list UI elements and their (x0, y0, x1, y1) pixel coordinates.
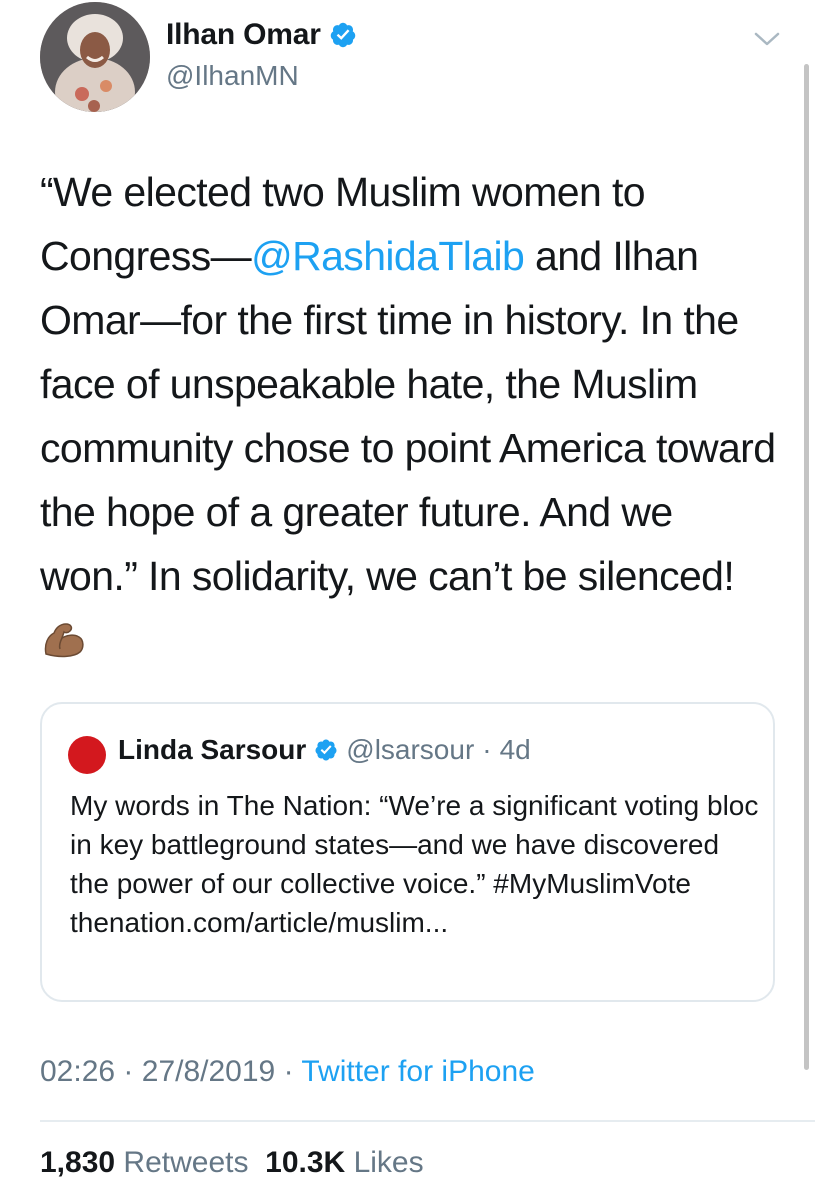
meta-separator: · (123, 1055, 134, 1088)
quoted-tweet-header: Linda Sarsour @lsarsour · 4d (118, 734, 531, 766)
flexed-biceps-icon (44, 623, 84, 658)
retweets-count: 1,830 (40, 1146, 116, 1179)
quoted-tweet-age: 4d (499, 734, 531, 765)
tweet-time: 02:26 (40, 1055, 116, 1088)
quoted-author-name[interactable]: Linda Sarsour (118, 734, 306, 766)
quoted-tweet-card[interactable]: Linda Sarsour @lsarsour · 4d My words in… (40, 702, 775, 1002)
likes-label: Likes (353, 1146, 424, 1179)
verified-badge-icon (330, 22, 355, 48)
meta-separator: · (283, 1055, 294, 1088)
tweet-source-link[interactable]: Twitter for iPhone (301, 1055, 534, 1088)
tweet-meta: 02:26 · 27/8/2019 · Twitter for iPhone (40, 1055, 535, 1089)
tweet-date: 27/8/2019 (141, 1055, 276, 1088)
likes-count: 10.3K (265, 1146, 346, 1179)
author-avatar[interactable] (40, 2, 150, 112)
verified-badge-icon (315, 739, 337, 761)
retweets-label: Retweets (123, 1146, 249, 1179)
author-handle[interactable]: @IlhanMN (166, 60, 299, 92)
quoted-author-handle[interactable]: @lsarsour (346, 734, 474, 766)
quoted-author-avatar[interactable] (68, 736, 106, 774)
tweet-stats: 1,830 Retweets 10.3K Likes (40, 1146, 424, 1180)
retweets-stat[interactable]: 1,830 Retweets (40, 1146, 248, 1179)
meta-separator: · (482, 734, 492, 765)
divider (40, 1120, 815, 1122)
tweet-text-part2: and Ilhan Omar—for the first time in his… (40, 233, 776, 599)
tweet-text: “We elected two Muslim women to Congress… (40, 160, 780, 672)
mention-link[interactable]: @RashidaTlaib (251, 233, 525, 279)
likes-stat[interactable]: 10.3K Likes (265, 1146, 423, 1179)
author-name-row[interactable]: Ilhan Omar (166, 18, 357, 52)
scrollbar[interactable] (804, 64, 809, 1070)
author-name[interactable]: Ilhan Omar (166, 18, 321, 52)
chevron-down-icon[interactable] (752, 28, 782, 50)
quoted-tweet-text: My words in The Nation: “We’re a signifi… (70, 790, 759, 938)
avatar-image (40, 2, 150, 112)
tweet-detail-page: Ilhan Omar @IlhanMN “We elected two Musl… (0, 0, 815, 1200)
